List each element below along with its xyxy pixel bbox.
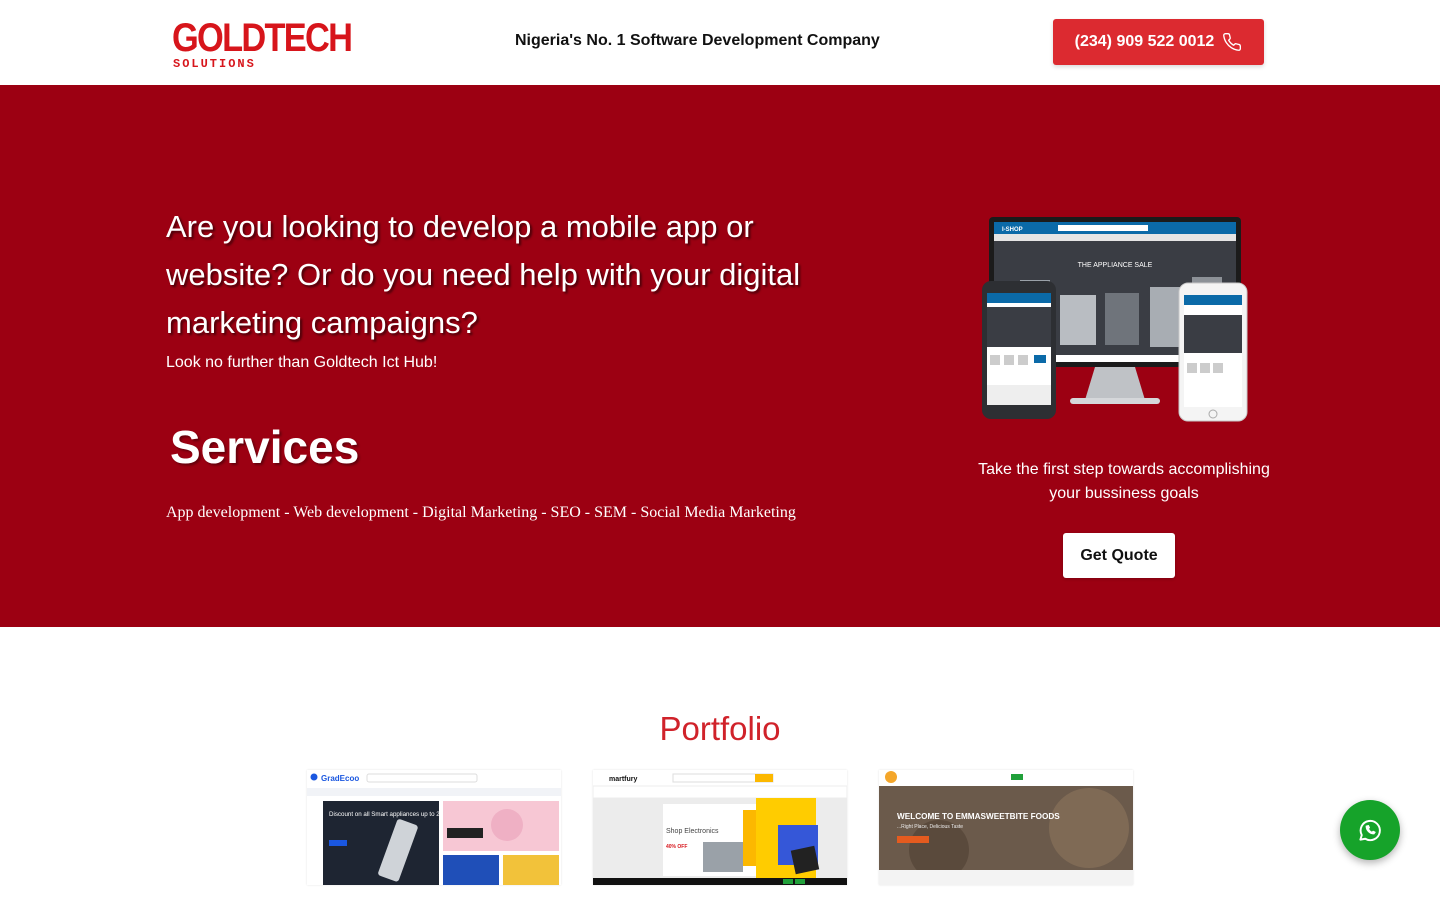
portfolio-brand: martfury — [609, 776, 638, 783]
services-heading: Services — [170, 421, 360, 473]
portfolio-headline: Discount on all Smart appliances up to 2… — [329, 811, 449, 818]
hero-subtitle: Look no further than Goldtech Ict Hub! — [166, 354, 438, 371]
phone-icon — [1223, 32, 1242, 51]
whatsapp-chat-button[interactable] — [1340, 800, 1400, 860]
device-screen-brand: I-SHOP — [1002, 227, 1023, 233]
portfolio-item-martfury[interactable]: martfury Shop Electronics 40% OFF — [593, 770, 847, 885]
get-quote-button[interactable]: Get Quote — [1063, 533, 1175, 578]
portfolio-item-gradecoo[interactable]: GradEcoo Discount on all Smart appliance… — [307, 770, 561, 885]
portfolio-headline: WELCOME TO EMMASWEETBITE FOODS — [897, 812, 1060, 821]
portfolio-item-emmasweetbite[interactable]: WELCOME TO EMMASWEETBITE FOODS ...Right … — [879, 770, 1133, 885]
whatsapp-icon — [1359, 819, 1381, 842]
site-header: GOLDTECH SOLUTIONS Nigeria's No. 1 Softw… — [0, 0, 1440, 85]
device-screen-banner: THE APPLIANCE SALE — [1078, 262, 1153, 269]
hero-section: Are you looking to develop a mobile app … — [0, 85, 1440, 627]
logo-main-text: GOLDTECH — [172, 16, 353, 60]
phone-number: (234) 909 522 0012 — [1074, 33, 1215, 50]
services-list: App development - Web development - Digi… — [166, 504, 796, 521]
portfolio-screenshot-martfury: martfury Shop Electronics 40% OFF — [593, 770, 847, 885]
cta-text: Take the first step towards accomplishin… — [978, 461, 1270, 502]
portfolio-heading: Portfolio — [659, 710, 781, 747]
devices-mockup-image: I-SHOP THE APPLIANCE SALE — [982, 217, 1248, 422]
phone-call-button[interactable]: (234) 909 522 0012 — [1053, 19, 1264, 65]
portfolio-screenshot-emmasweetbite: WELCOME TO EMMASWEETBITE FOODS ...Right … — [879, 770, 1133, 885]
portfolio-headline: Shop Electronics — [666, 828, 719, 835]
company-logo[interactable]: GOLDTECH SOLUTIONS — [172, 18, 353, 72]
hero-title: Are you looking to develop a mobile app … — [166, 209, 801, 340]
portfolio-badge: 40% OFF — [666, 844, 687, 850]
header-tagline: Nigeria's No. 1 Software Development Com… — [515, 32, 880, 49]
portfolio-screenshot-gradecoo: GradEcoo Discount on all Smart appliance… — [307, 770, 561, 885]
logo-sub-text: SOLUTIONS — [173, 57, 256, 71]
portfolio-brand: GradEcoo — [321, 774, 359, 783]
portfolio-sub: ...Right Place, Delicious Taste — [897, 824, 963, 830]
